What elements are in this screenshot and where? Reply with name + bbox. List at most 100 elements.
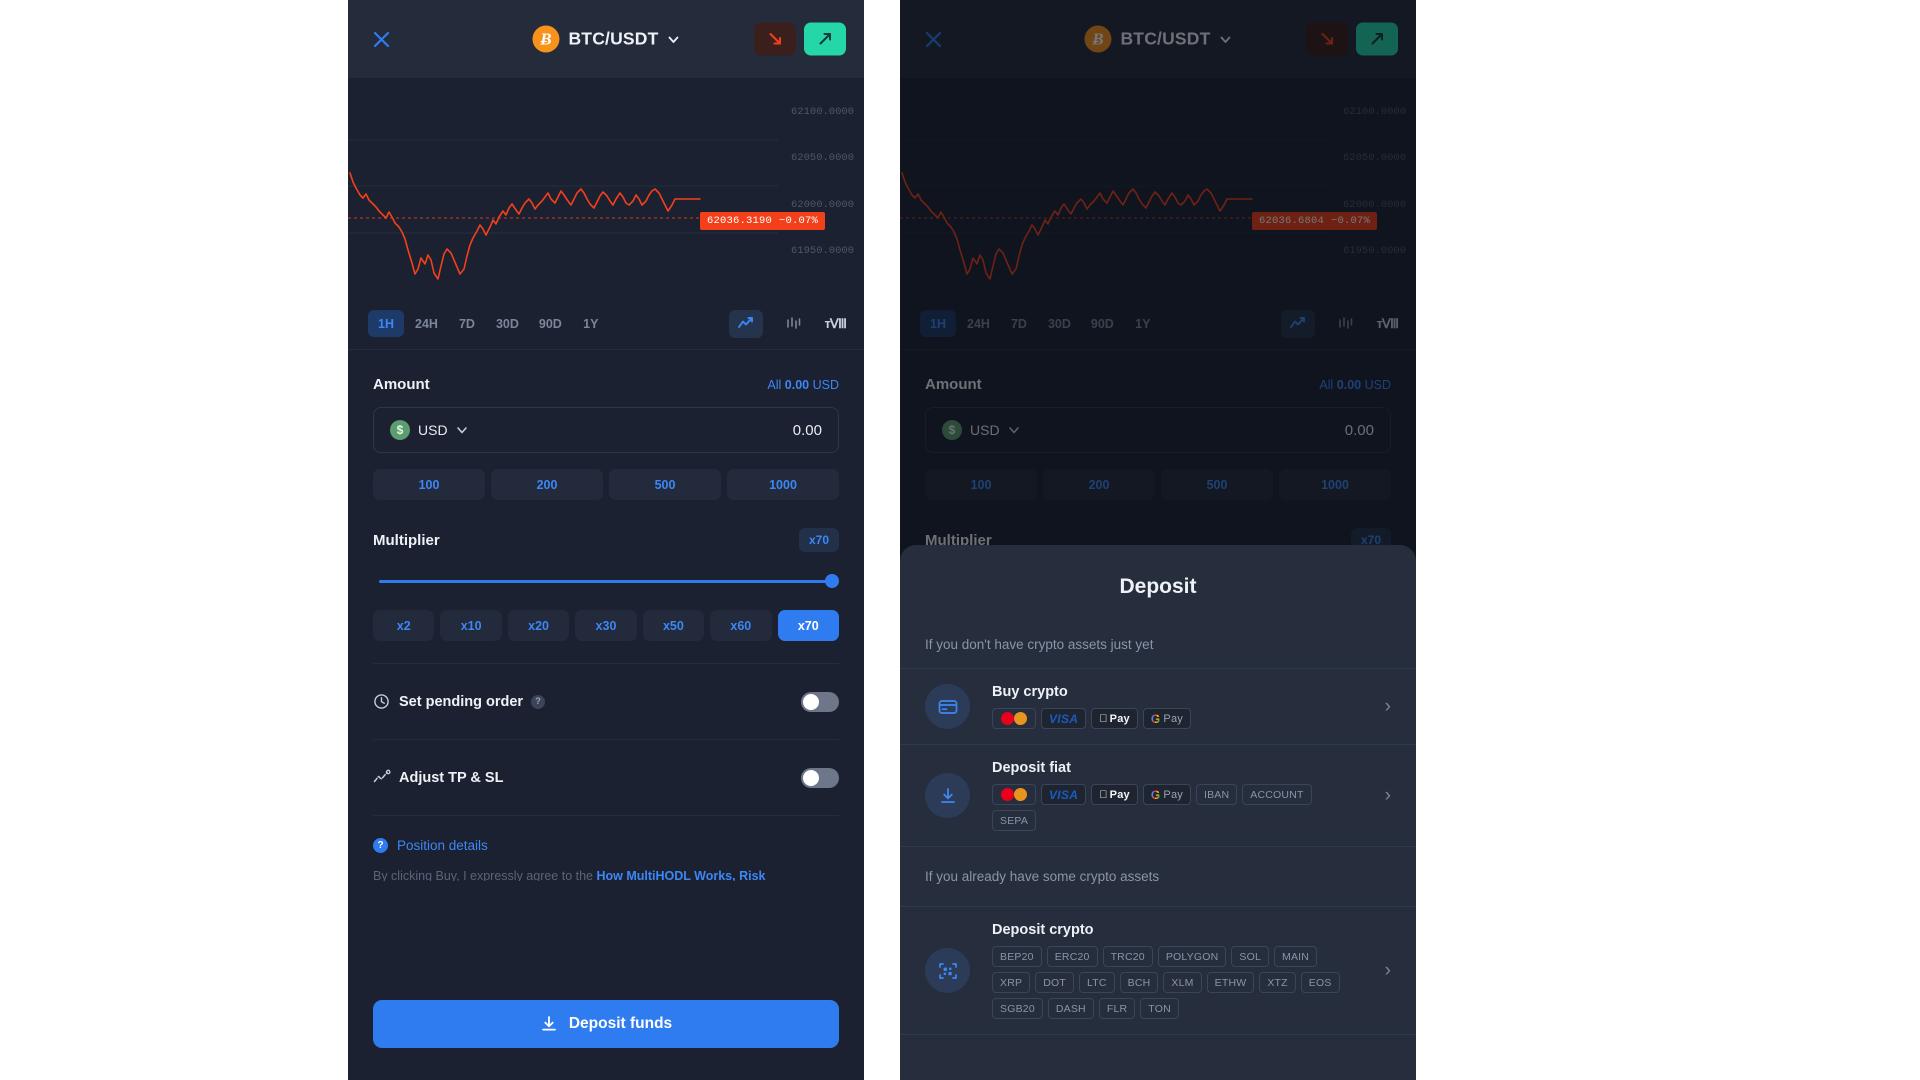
chip-bch: BCH: [1119, 972, 1159, 993]
quick-amount-500[interactable]: 500: [609, 469, 721, 500]
visa-icon: VISA: [1041, 708, 1087, 729]
payment-method-chips: VISA Pay GPay: [992, 708, 1352, 729]
multiplier-x2[interactable]: x2: [373, 610, 435, 641]
qr-code-icon: [925, 948, 970, 993]
chevron-right-icon[interactable]: ›: [1385, 785, 1391, 807]
chevron-right-icon[interactable]: ›: [1385, 696, 1391, 718]
position-details-link[interactable]: ? Position details: [373, 815, 839, 853]
axis-label: 62100.0000: [790, 106, 854, 118]
close-icon[interactable]: [368, 26, 394, 52]
timeframe-1h[interactable]: 1H: [920, 310, 956, 337]
chip-main: MAIN: [1274, 946, 1318, 967]
close-icon[interactable]: [920, 26, 946, 52]
deposit-option-name: Deposit crypto: [992, 922, 1371, 938]
chart-controls: 1H 24H 7D 30D 90D 1Y ᴛⅧ: [348, 298, 864, 350]
amount-all-link[interactable]: All 0.00 USD: [1319, 378, 1391, 392]
info-icon: ?: [373, 838, 388, 853]
trading-panel: Ƀ BTC/USDT 62036.3190 −0.07% 62100.0000 …: [348, 0, 864, 1080]
chevron-down-icon: [1220, 36, 1231, 43]
quick-amount-200[interactable]: 200: [491, 469, 603, 500]
pair-selector[interactable]: Ƀ BTC/USDT: [1084, 25, 1231, 53]
tradingview-logo-icon[interactable]: ᴛⅧ: [825, 316, 847, 332]
current-price-value: 62036.6804: [1259, 215, 1325, 227]
multiplier-x30[interactable]: x30: [575, 610, 637, 641]
timeframe-1h[interactable]: 1H: [368, 310, 404, 337]
pair-selector[interactable]: Ƀ BTC/USDT: [532, 25, 679, 53]
slider-knob[interactable]: [825, 574, 839, 588]
currency-selector[interactable]: $ USD: [942, 420, 1020, 440]
quick-amount-100[interactable]: 100: [373, 469, 485, 500]
deposit-option-body: Deposit fiat VISA Pay GPay IBAN ACCOUNT…: [992, 760, 1371, 831]
tradingview-logo-icon[interactable]: ᴛⅧ: [1377, 316, 1399, 332]
timeframe-7d[interactable]: 7D: [1001, 310, 1037, 337]
amount-title: Amount: [373, 376, 430, 393]
quick-amount-1000[interactable]: 1000: [1279, 469, 1391, 500]
deposit-option-body: Buy crypto VISA Pay GPay: [992, 684, 1371, 729]
deposit-option-deposit-crypto[interactable]: Deposit crypto BEP20 ERC20 TRC20 POLYGON…: [900, 907, 1416, 1035]
amount-input[interactable]: 0.00: [793, 422, 822, 439]
buy-button[interactable]: [804, 22, 846, 56]
disclaimer-link[interactable]: How MultiHODL Works, Risk: [596, 869, 765, 881]
amount-input[interactable]: 0.00: [1345, 422, 1374, 439]
multiplier-x50[interactable]: x50: [642, 610, 705, 641]
timeframe-1y[interactable]: 1Y: [1125, 310, 1161, 337]
axis-label: 62000.0000: [1342, 199, 1406, 211]
timeframe-group: 1H 24H 7D 30D 90D 1Y: [920, 310, 1161, 337]
multiplier-slider[interactable]: [373, 574, 839, 588]
help-icon[interactable]: ?: [531, 694, 546, 709]
deposit-funds-button[interactable]: Deposit funds: [373, 1000, 839, 1048]
usd-icon: $: [942, 420, 962, 440]
quick-amount-1000[interactable]: 1000: [727, 469, 839, 500]
price-chart[interactable]: 62036.3190 −0.07% 62100.0000 62050.0000 6…: [348, 78, 864, 298]
deposit-option-name: Buy crypto: [992, 684, 1068, 700]
sell-button[interactable]: [1306, 22, 1348, 56]
price-chart-svg: [900, 139, 1330, 280]
timeframe-90d[interactable]: 90D: [1082, 310, 1123, 337]
currency-label: USD: [418, 422, 448, 438]
chip-sol: SOL: [1231, 946, 1270, 967]
tpsl-toggle[interactable]: [801, 767, 839, 788]
header-actions: [1306, 22, 1398, 56]
multiplier-x10[interactable]: x10: [440, 610, 502, 641]
pending-order-text: Set pending order: [399, 693, 524, 710]
timeframe-7d[interactable]: 7D: [449, 310, 485, 337]
sell-button[interactable]: [754, 22, 796, 56]
amount-input-box[interactable]: $ USD 0.00: [373, 407, 839, 453]
multiplier-x20[interactable]: x20: [507, 610, 570, 641]
candlestick-chart-icon[interactable]: [777, 310, 811, 338]
currency-selector[interactable]: $ USD: [390, 420, 468, 440]
timeframe-24h[interactable]: 24H: [958, 310, 999, 337]
multiplier-x60[interactable]: x60: [710, 610, 772, 641]
quick-amount-100[interactable]: 100: [925, 469, 1037, 500]
price-chart[interactable]: 62036.6804 −0.07% 62100.0000 62050.0000 6…: [900, 78, 1416, 298]
chevron-down-icon: [456, 427, 467, 434]
line-chart-icon[interactable]: [1280, 309, 1315, 338]
deposit-option-deposit-fiat[interactable]: Deposit fiat VISA Pay GPay IBAN ACCOUNT…: [900, 745, 1416, 847]
deposit-subtitle-no-crypto: If you don't have crypto assets just yet: [900, 599, 1416, 669]
deposit-option-buy-crypto[interactable]: Buy crypto VISA Pay GPay ›: [900, 669, 1416, 745]
axis-label: 62100.0000: [1342, 106, 1406, 118]
pending-order-toggle[interactable]: [801, 691, 839, 712]
mastercard-icon: [992, 708, 1036, 729]
chevron-right-icon[interactable]: ›: [1385, 960, 1391, 982]
google-pay-icon: G Pay: [1142, 784, 1191, 805]
timeframe-30d[interactable]: 30D: [1039, 310, 1080, 337]
line-chart-icon[interactable]: [728, 309, 763, 338]
amount-all-link[interactable]: All 0.00 USD: [767, 378, 839, 392]
quick-amount-200[interactable]: 200: [1043, 469, 1155, 500]
timeframe-24h[interactable]: 24H: [406, 310, 447, 337]
timeframe-1y[interactable]: 1Y: [573, 310, 609, 337]
deposit-modal-title: Deposit: [1119, 575, 1197, 598]
multiplier-x70[interactable]: x70: [777, 610, 839, 641]
timeframe-90d[interactable]: 90D: [530, 310, 571, 337]
candlestick-chart-icon[interactable]: [1329, 310, 1363, 338]
clock-icon: [373, 693, 399, 710]
timeframe-30d[interactable]: 30D: [487, 310, 528, 337]
amount-input-box[interactable]: $ USD 0.00: [925, 407, 1391, 453]
network-chips: BEP20 ERC20 TRC20 POLYGON SOL MAIN XRP D…: [992, 946, 1352, 1019]
chip-flr: FLR: [1098, 998, 1136, 1019]
buy-button[interactable]: [1356, 22, 1398, 56]
quick-amount-500[interactable]: 500: [1161, 469, 1273, 500]
amount-section: Amount All 0.00 USD $ USD 0.00 100 200 5…: [900, 350, 1416, 552]
axis-label: 62050.0000: [1342, 152, 1406, 164]
